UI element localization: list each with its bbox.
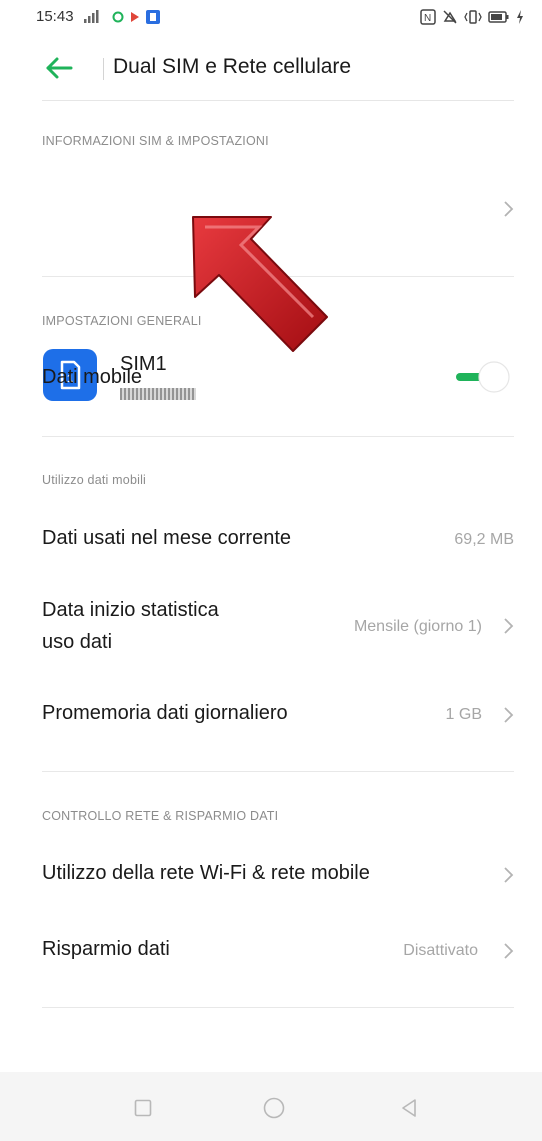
stats-start-label-line1: Data inizio statistica: [42, 599, 219, 621]
chevron-right-icon: [504, 867, 514, 883]
app-notification-icon: [146, 10, 160, 24]
chevron-right-icon: [504, 618, 514, 634]
divider: [42, 771, 514, 772]
mute-icon: [443, 10, 457, 24]
daily-reminder-row[interactable]: Promemoria dati giornaliero 1 GB: [0, 690, 542, 742]
circle-notification-icon: [112, 11, 124, 23]
svg-text:N: N: [424, 13, 431, 24]
page-title: Dual SIM e Rete cellulare: [113, 55, 352, 78]
square-icon[interactable]: [134, 1099, 152, 1117]
nfc-icon: N: [420, 9, 436, 25]
daily-reminder-value: 1 GB: [445, 706, 482, 723]
data-saver-value: Disattivato: [403, 942, 478, 959]
section-label-network: CONTROLLO RETE & RISPARMIO DATI: [42, 809, 279, 823]
stats-start-value: Mensile (giorno 1): [353, 618, 482, 635]
vibrate-icon: [464, 10, 482, 24]
chevron-right-icon: [504, 943, 514, 959]
play-icon: [131, 12, 139, 22]
divider: [42, 436, 514, 437]
navigation-bar: [0, 1072, 542, 1141]
divider: [42, 1007, 514, 1008]
signal-icon: [84, 10, 99, 23]
status-right-icons: N: [420, 8, 524, 26]
charging-icon: [517, 10, 523, 24]
data-used-label: Dati usati nel mese corrente: [42, 527, 292, 549]
chevron-right-icon: [504, 201, 514, 217]
daily-reminder-label: Promemoria dati giornaliero: [42, 702, 288, 724]
wifi-mobile-usage-label: Utilizzo della rete Wi-Fi & rete mobile: [42, 862, 370, 884]
back-arrow-icon[interactable]: [44, 56, 74, 80]
circle-icon[interactable]: [263, 1097, 285, 1119]
stats-start-label-line2: uso dati: [42, 631, 113, 653]
wifi-mobile-usage-row[interactable]: Utilizzo della rete Wi-Fi & rete mobile: [0, 850, 542, 902]
stats-start-row[interactable]: Data inizio statistica uso dati Mensile …: [0, 592, 542, 664]
status-time: 15:43: [36, 8, 74, 25]
data-saver-row[interactable]: Risparmio dati Disattivato: [0, 926, 542, 978]
annotation-arrow-icon: [192, 216, 328, 352]
mobile-data-toggle[interactable]: [454, 360, 514, 394]
data-used-value: 69,2 MB: [454, 531, 514, 548]
status-bar: 15:43 N: [0, 0, 542, 40]
status-left-icons: [84, 8, 160, 26]
chevron-right-icon: [504, 707, 514, 723]
mobile-data-label: Dati mobile: [42, 366, 143, 388]
section-label-usage: Utilizzo dati mobili: [42, 473, 147, 487]
section-label-sim-info: INFORMAZIONI SIM & IMPOSTAZIONI: [42, 134, 269, 148]
data-saver-label: Risparmio dati: [42, 938, 170, 960]
triangle-back-icon[interactable]: [400, 1098, 418, 1118]
battery-icon: [488, 11, 509, 23]
data-used-row[interactable]: Dati usati nel mese corrente 69,2 MB: [0, 515, 542, 567]
sim1-redacted-number: [120, 388, 196, 400]
header-divider: [103, 58, 104, 80]
header-bottom-divider: [42, 100, 514, 101]
